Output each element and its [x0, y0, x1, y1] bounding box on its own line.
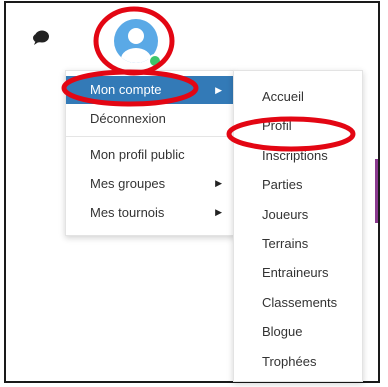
user-avatar-button[interactable] [98, 10, 180, 72]
menu-item-label: Mon compte [90, 82, 162, 97]
menu-item-label: Mes groupes [90, 176, 166, 191]
submenu-item-trophees[interactable]: Trophées [234, 347, 362, 376]
menu-item-profil-public[interactable]: Mon profil public [66, 140, 234, 169]
submenu-item-terrains[interactable]: Terrains [234, 229, 362, 258]
submenu-item-entraineurs[interactable]: Entraineurs [234, 258, 362, 287]
caret-right-icon: ▶ [215, 178, 222, 188]
account-dropdown-menu: Mon compte ▶ Déconnexion Mon profil publ… [65, 70, 235, 236]
mon-compte-submenu: Accueil Profil Inscriptions Parties Joue… [233, 70, 363, 382]
side-accent-bar [375, 159, 378, 223]
caret-right-icon: ▶ [215, 207, 222, 217]
menu-item-label: Mes tournois [90, 205, 165, 220]
chat-bubble-icon[interactable] [32, 29, 50, 47]
caret-right-icon: ▶ [215, 85, 222, 95]
submenu-item-inscriptions[interactable]: Inscriptions [234, 141, 362, 170]
menu-divider [66, 136, 234, 137]
submenu-item-profil[interactable]: Profil [234, 111, 362, 140]
menu-item-mon-compte[interactable]: Mon compte ▶ [66, 76, 234, 104]
menu-item-mes-tournois[interactable]: Mes tournois ▶ [66, 198, 234, 227]
submenu-item-accueil[interactable]: Accueil [234, 82, 362, 111]
online-status-icon [148, 54, 162, 68]
submenu-item-blogue[interactable]: Blogue [234, 317, 362, 346]
menu-item-label: Mon profil public [90, 147, 185, 162]
menu-item-label: Déconnexion [90, 111, 166, 126]
menu-item-mes-groupes[interactable]: Mes groupes ▶ [66, 169, 234, 198]
submenu-item-parties[interactable]: Parties [234, 170, 362, 199]
menu-item-deconnexion[interactable]: Déconnexion [66, 104, 234, 133]
submenu-item-joueurs[interactable]: Joueurs [234, 200, 362, 229]
submenu-item-classements[interactable]: Classements [234, 288, 362, 317]
